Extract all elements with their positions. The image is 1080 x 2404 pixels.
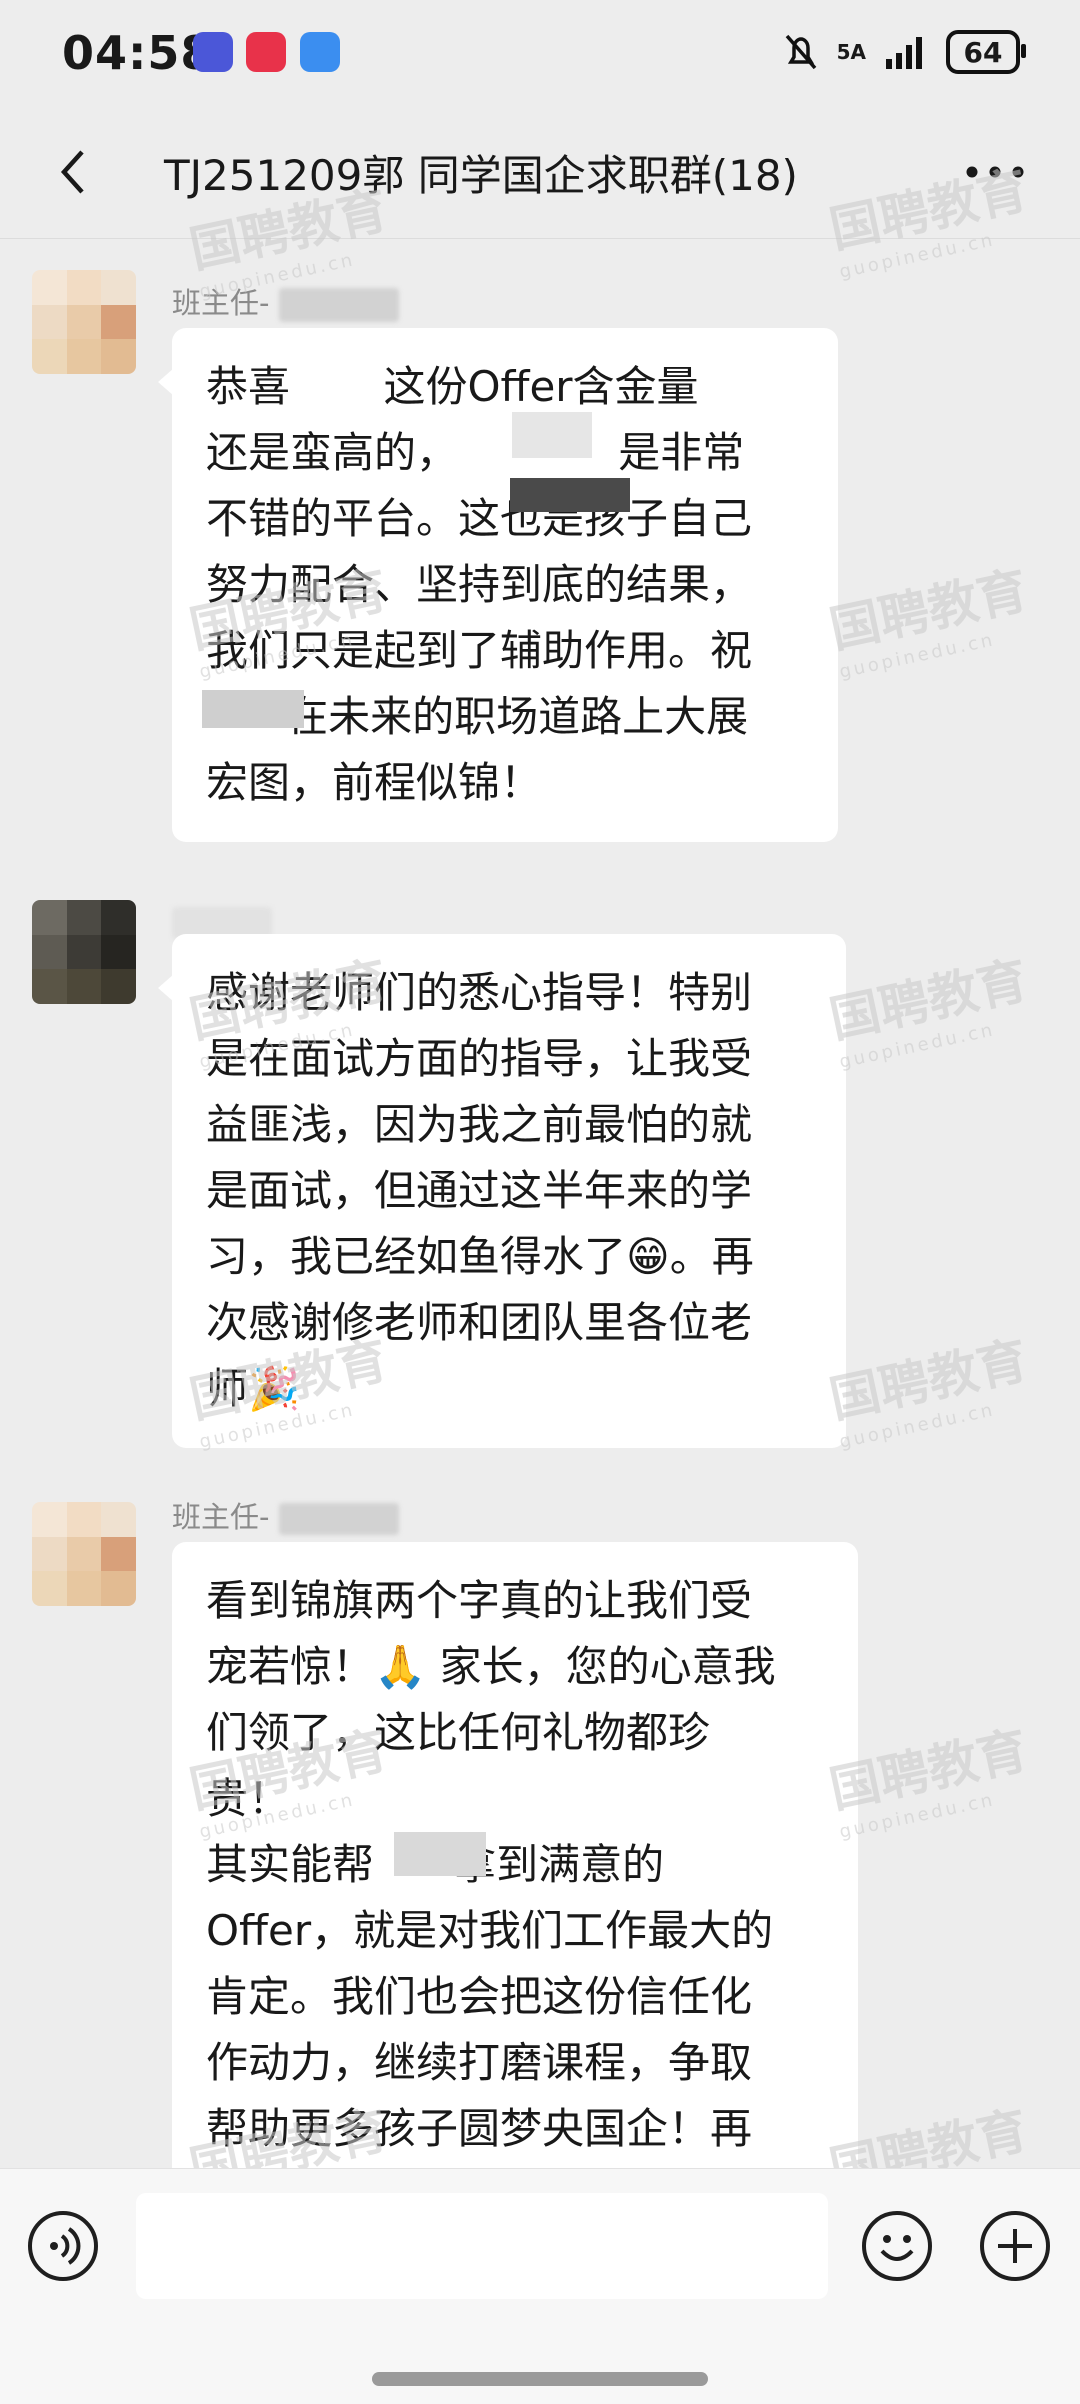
- message-text: 恭喜 这份Offer含金量 还是蛮高的， 是非常 不错的平台。这也是孩子自己 努…: [206, 362, 753, 807]
- watermark: 国聘教育guopinedu.cn: [824, 1330, 1033, 1453]
- message-text: 看到锦旗两个字真的让我们受 宠若惊！🙏 家长，您的心意我 们领了，这比任何礼物都…: [206, 1576, 776, 2153]
- chat-title: TJ251209郭 同学国企求职群(18): [164, 151, 798, 200]
- sticker-app-icon: [193, 32, 233, 72]
- battery-level: 64: [963, 35, 1003, 69]
- chat-header: TJ251209郭 同学国企求职群(18): [0, 112, 1080, 239]
- message-input[interactable]: [136, 2193, 828, 2299]
- status-bar: 04:58 5A 64: [0, 0, 1080, 112]
- message-bubble[interactable]: 看到锦旗两个字真的让我们受 宠若惊！🙏 家长，您的心意我 们领了，这比任何礼物都…: [172, 1542, 858, 2168]
- sender-name: 班主任-: [172, 1494, 399, 1536]
- mute-bell-icon: [785, 34, 816, 70]
- redacted-block: [510, 478, 630, 512]
- signal-icon: [886, 37, 922, 69]
- avatar[interactable]: [32, 270, 136, 374]
- input-bar: [0, 2168, 1080, 2404]
- sender-name: 班主任-: [172, 280, 399, 322]
- avatar[interactable]: [32, 900, 136, 1004]
- back-chevron-icon[interactable]: [46, 142, 106, 202]
- home-indicator[interactable]: [372, 2372, 708, 2386]
- watermark: 国聘教育guopinedu.cn: [824, 950, 1033, 1073]
- battery-indicator: 64: [946, 30, 1026, 74]
- sender-label: 班主任-: [172, 1500, 270, 1534]
- sender-label: 班主任-: [172, 286, 270, 320]
- plus-icon[interactable]: [980, 2211, 1050, 2281]
- plus-sign-icon: [998, 2229, 1032, 2263]
- message-text: 感谢老师们的悉心指导！特别 是在面试方面的指导，让我受 益匪浅，因为我之前最怕的…: [206, 968, 754, 1413]
- redacted-name: [278, 288, 399, 322]
- message-bubble[interactable]: 感谢老师们的悉心指导！特别 是在面试方面的指导，让我受 益匪浅，因为我之前最怕的…: [158, 934, 846, 1448]
- status-indicators: 5A 64: [783, 30, 1026, 74]
- status-time: 04:58: [62, 26, 214, 80]
- watermark: 国聘教育guopinedu.cn: [824, 560, 1033, 683]
- redacted-block: [202, 690, 304, 728]
- avatar[interactable]: [32, 1502, 136, 1606]
- network-type: 5A: [836, 40, 866, 64]
- message-bubble[interactable]: 恭喜 这份Offer含金量 还是蛮高的， 是非常 不错的平台。这也是孩子自己 努…: [158, 328, 838, 842]
- emoji-icon[interactable]: [862, 2211, 932, 2281]
- more-dots-icon[interactable]: [960, 152, 1030, 192]
- voice-icon[interactable]: [28, 2211, 98, 2281]
- smile-face-icon: [880, 2235, 914, 2261]
- voice-waves-icon: [50, 2227, 81, 2265]
- app-gallery-icon: [246, 32, 286, 72]
- redacted-block: [394, 1832, 486, 1876]
- redacted-name: [278, 1503, 399, 1535]
- redacted-block: [512, 412, 592, 458]
- weather-icon: [300, 32, 340, 72]
